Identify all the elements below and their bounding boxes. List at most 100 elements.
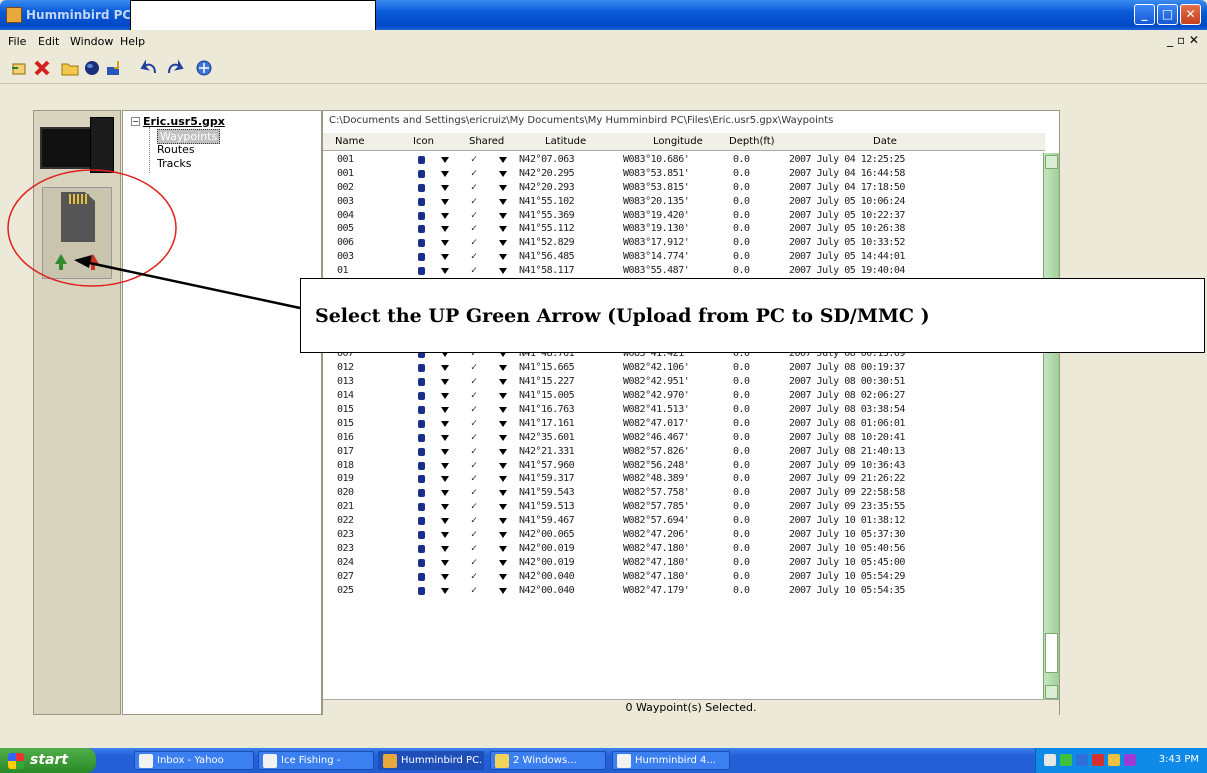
dropdown-arrow-icon[interactable] (441, 532, 449, 539)
table-row[interactable]: 018 ✓ N41°57.960 W082°56.248' 0.0 2007 July 0… (323, 459, 1045, 473)
table-row[interactable]: 025 ✓ N42°00.040 W082°47.179' 0.0 2007 July 1… (323, 584, 1045, 598)
mdi-window-controls[interactable]: _ ▫ ✕ (1167, 33, 1199, 47)
dropdown-arrow-icon[interactable] (499, 170, 507, 177)
dropdown-arrow-icon[interactable] (441, 587, 449, 594)
table-row[interactable]: 020 ✓ N41°59.543 W082°57.758' 0.0 2007 July 0… (323, 486, 1045, 500)
globe-icon[interactable] (82, 58, 102, 78)
new-icon[interactable] (10, 58, 30, 78)
tray-app-icon[interactable] (1124, 754, 1136, 766)
folder-icon[interactable] (60, 58, 80, 78)
table-row[interactable]: 022 ✓ N41°59.467 W082°57.694' 0.0 2007 July 1… (323, 514, 1045, 528)
table-row[interactable]: 023 ✓ N42°00.019 W082°47.180' 0.0 2007 July 1… (323, 542, 1045, 556)
dropdown-arrow-icon[interactable] (441, 434, 449, 441)
dropdown-arrow-icon[interactable] (499, 448, 507, 455)
scroll-up-button[interactable] (1045, 155, 1058, 169)
import-icon[interactable] (104, 58, 124, 78)
sd-card-tile[interactable] (42, 187, 112, 279)
dropdown-arrow-icon[interactable] (499, 420, 507, 427)
table-row[interactable]: 002 ✓ N42°20.293 W083°53.815' 0.0 2007 July 0… (323, 181, 1045, 195)
table-row[interactable]: 023 ✓ N42°00.065 W082°47.206' 0.0 2007 July 1… (323, 528, 1045, 542)
maximize-button[interactable]: □ (1157, 4, 1178, 25)
dropdown-arrow-icon[interactable] (499, 504, 507, 511)
download-arrow-stem[interactable] (91, 262, 95, 270)
column-header-name[interactable]: Name (335, 136, 365, 147)
task-humminbird-pc[interactable]: Humminbird PC... (378, 751, 484, 770)
dropdown-arrow-icon[interactable] (441, 504, 449, 511)
network-icon[interactable] (194, 58, 214, 78)
tree-collapse-icon[interactable]: − (131, 117, 140, 126)
table-row[interactable]: 019 ✓ N41°59.317 W082°48.389' 0.0 2007 July 0… (323, 472, 1045, 486)
dropdown-arrow-icon[interactable] (499, 254, 507, 261)
dropdown-arrow-icon[interactable] (499, 226, 507, 233)
scroll-thumb[interactable] (1045, 633, 1058, 673)
tray-update-icon[interactable] (1108, 754, 1120, 766)
table-row[interactable]: 013 ✓ N41°15.227 W082°42.951' 0.0 2007 July 0… (323, 375, 1045, 389)
table-row[interactable]: 015 ✓ N41°16.763 W082°41.513' 0.0 2007 July 0… (323, 403, 1045, 417)
dropdown-arrow-icon[interactable] (499, 532, 507, 539)
start-button[interactable]: start (0, 748, 96, 773)
dropdown-arrow-icon[interactable] (499, 434, 507, 441)
minimize-button[interactable]: _ (1134, 4, 1155, 25)
vertical-scrollbar[interactable] (1043, 153, 1059, 701)
column-header-depth[interactable]: Depth(ft) (729, 136, 775, 147)
dropdown-arrow-icon[interactable] (499, 407, 507, 414)
tray-volume-icon[interactable] (1076, 754, 1088, 766)
close-button[interactable]: ✕ (1180, 4, 1201, 25)
dropdown-arrow-icon[interactable] (441, 407, 449, 414)
menu-edit[interactable]: Edit (38, 35, 59, 48)
dropdown-arrow-icon[interactable] (441, 170, 449, 177)
dropdown-arrow-icon[interactable] (441, 254, 449, 261)
task-inbox[interactable]: Inbox - Yahoo (134, 751, 254, 770)
table-row[interactable]: 024 ✓ N42°00.019 W082°47.180' 0.0 2007 July 1… (323, 556, 1045, 570)
dropdown-arrow-icon[interactable] (441, 157, 449, 163)
undo-icon[interactable] (140, 58, 160, 78)
table-row[interactable]: 015 ✓ N41°17.161 W082°47.017' 0.0 2007 July 0… (323, 417, 1045, 431)
dropdown-arrow-icon[interactable] (441, 559, 449, 566)
menu-help[interactable]: Help (120, 35, 145, 48)
task-humminbird-doc[interactable]: Humminbird 4... (612, 751, 730, 770)
dropdown-arrow-icon[interactable] (441, 268, 449, 275)
table-row[interactable]: 001 ✓ N42°07.063 W083°10.686' 0.0 2007 July 0… (323, 153, 1045, 167)
dropdown-arrow-icon[interactable] (441, 393, 449, 400)
table-row[interactable]: 012 ✓ N41°15.665 W082°42.106' 0.0 2007 July 0… (323, 361, 1045, 375)
table-row[interactable]: 021 ✓ N41°59.513 W082°57.785' 0.0 2007 July 0… (323, 500, 1045, 514)
dropdown-arrow-icon[interactable] (441, 462, 449, 469)
delete-icon[interactable] (32, 58, 52, 78)
dropdown-arrow-icon[interactable] (499, 545, 507, 552)
table-row[interactable]: 006 ✓ N41°52.829 W083°17.912' 0.0 2007 July 0… (323, 236, 1045, 250)
dropdown-arrow-icon[interactable] (499, 212, 507, 219)
tree-item-tracks[interactable]: Tracks (157, 157, 192, 170)
table-row[interactable]: 005 ✓ N41°55.112 W083°19.130' 0.0 2007 July 0… (323, 222, 1045, 236)
table-row[interactable]: 014 ✓ N41°15.005 W082°42.970' 0.0 2007 July 0… (323, 389, 1045, 403)
pc-device-tile[interactable] (34, 111, 120, 175)
dropdown-arrow-icon[interactable] (441, 240, 449, 247)
dropdown-arrow-icon[interactable] (499, 157, 507, 163)
dropdown-arrow-icon[interactable] (499, 365, 507, 372)
column-header-longitude[interactable]: Longitude (653, 136, 703, 147)
dropdown-arrow-icon[interactable] (499, 490, 507, 497)
dropdown-arrow-icon[interactable] (499, 240, 507, 247)
dropdown-arrow-icon[interactable] (499, 559, 507, 566)
scroll-down-button[interactable] (1045, 685, 1058, 699)
dropdown-arrow-icon[interactable] (499, 184, 507, 191)
column-header-shared[interactable]: Shared (469, 136, 504, 147)
dropdown-arrow-icon[interactable] (441, 573, 449, 580)
table-row[interactable]: 01 ✓ N41°58.117 W083°55.487' 0.0 2007 July 05… (323, 264, 1045, 278)
column-header-latitude[interactable]: Latitude (545, 136, 586, 147)
dropdown-arrow-icon[interactable] (499, 379, 507, 386)
table-row[interactable]: 027 ✓ N42°00.040 W082°47.180' 0.0 2007 July 1… (323, 570, 1045, 584)
task-ice-fishing[interactable]: Ice Fishing - (258, 751, 374, 770)
table-row[interactable]: 003 ✓ N41°55.102 W083°20.135' 0.0 2007 July 0… (323, 195, 1045, 209)
tree-root-file[interactable]: Eric.usr5.gpx (143, 115, 225, 128)
tree-item-waypoints[interactable]: Waypoints (157, 129, 221, 144)
menu-file[interactable]: File (8, 35, 26, 48)
dropdown-arrow-icon[interactable] (441, 545, 449, 552)
dropdown-arrow-icon[interactable] (441, 184, 449, 191)
dropdown-arrow-icon[interactable] (499, 198, 507, 205)
dropdown-arrow-icon[interactable] (441, 490, 449, 497)
table-row[interactable]: 017 ✓ N42°21.331 W082°57.826' 0.0 2007 July 0… (323, 445, 1045, 459)
tray-pen-icon[interactable] (1044, 754, 1056, 766)
table-row[interactable]: 003 ✓ N41°56.485 W083°14.774' 0.0 2007 July 0… (323, 250, 1045, 264)
dropdown-arrow-icon[interactable] (441, 476, 449, 483)
dropdown-arrow-icon[interactable] (499, 268, 507, 275)
